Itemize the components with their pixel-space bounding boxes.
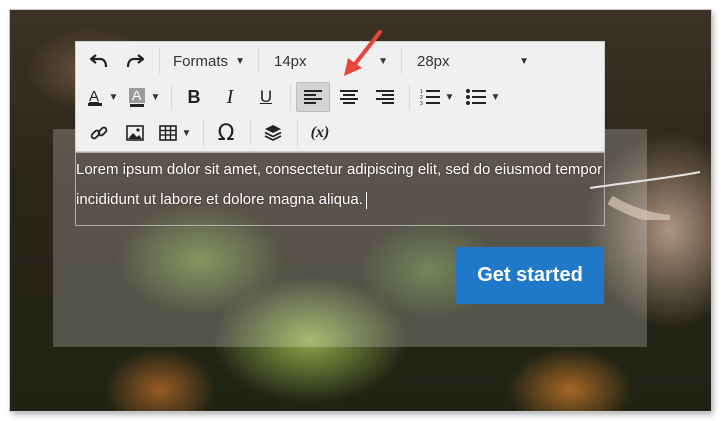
chevron-down-icon: ▼ bbox=[108, 91, 119, 103]
text-color-icon: A bbox=[87, 88, 102, 106]
italic-icon: I bbox=[226, 85, 234, 108]
redo-button[interactable] bbox=[118, 46, 152, 76]
underline-icon: U bbox=[259, 87, 273, 106]
chevron-down-icon: ▼ bbox=[378, 55, 388, 67]
toolbar-separator bbox=[401, 48, 402, 74]
insert-variable-button[interactable]: (x) bbox=[303, 118, 337, 148]
get-started-button[interactable]: Get started bbox=[456, 247, 604, 304]
special-character-button[interactable]: Ω bbox=[209, 118, 243, 148]
bold-button[interactable]: B bbox=[177, 82, 211, 112]
redo-icon bbox=[126, 54, 144, 68]
toolbar-row-2: A ▼ A ▼ B I U 123 ▼ ▼ bbox=[76, 79, 507, 115]
toolbar-separator bbox=[171, 84, 172, 110]
toolbar-row-1: Formats ▼ 14px ▼ 28px ▼ bbox=[76, 43, 537, 79]
font-size-value: 14px bbox=[274, 52, 307, 70]
font-size-select[interactable]: 14px ▼ bbox=[264, 46, 396, 76]
insert-image-button[interactable] bbox=[118, 118, 152, 148]
align-left-icon bbox=[304, 90, 322, 104]
link-icon bbox=[90, 126, 108, 140]
chevron-down-icon: ▼ bbox=[181, 127, 192, 139]
chevron-down-icon: ▼ bbox=[150, 91, 161, 103]
chevron-down-icon: ▼ bbox=[235, 55, 245, 67]
italic-button[interactable]: I bbox=[213, 82, 247, 112]
bullet-list-icon bbox=[465, 89, 486, 105]
line-height-select[interactable]: 28px ▼ bbox=[407, 46, 537, 76]
chevron-down-icon: ▼ bbox=[444, 91, 455, 103]
insert-link-button[interactable] bbox=[82, 118, 116, 148]
editor-toolbar: Formats ▼ 14px ▼ 28px ▼ A ▼ A ▼ B I U 1 … bbox=[75, 41, 605, 152]
formats-dropdown[interactable]: Formats ▼ bbox=[165, 46, 253, 76]
chevron-down-icon: ▼ bbox=[519, 55, 529, 67]
toolbar-separator bbox=[297, 120, 298, 146]
bullet-list-button[interactable]: ▼ bbox=[461, 82, 505, 112]
image-icon bbox=[126, 125, 144, 141]
align-right-icon bbox=[376, 90, 394, 104]
toolbar-separator bbox=[290, 84, 291, 110]
align-left-button[interactable] bbox=[296, 82, 330, 112]
numbered-list-icon: 123 bbox=[420, 89, 440, 106]
formats-label: Formats bbox=[173, 52, 229, 70]
insert-block-button[interactable] bbox=[256, 118, 290, 148]
align-center-icon bbox=[340, 90, 358, 104]
toolbar-row-3: ▼ Ω (x) bbox=[76, 115, 339, 151]
undo-icon bbox=[90, 54, 108, 68]
numbered-list-button[interactable]: 123 ▼ bbox=[415, 82, 459, 112]
variable-icon: (x) bbox=[310, 124, 330, 141]
align-center-button[interactable] bbox=[332, 82, 366, 112]
get-started-label: Get started bbox=[477, 264, 583, 286]
svg-text:A: A bbox=[89, 88, 99, 105]
line-height-value: 28px bbox=[417, 52, 450, 70]
text-cursor bbox=[365, 191, 367, 209]
undo-button[interactable] bbox=[82, 46, 116, 76]
svg-text:3: 3 bbox=[420, 101, 423, 106]
table-icon bbox=[158, 125, 177, 141]
omega-icon: Ω bbox=[217, 120, 235, 146]
background-color-icon: A bbox=[128, 87, 145, 107]
insert-table-button[interactable]: ▼ bbox=[154, 118, 196, 148]
toolbar-separator bbox=[159, 48, 160, 74]
toolbar-separator bbox=[203, 120, 204, 146]
toolbar-separator bbox=[258, 48, 259, 74]
background-color-button[interactable]: A ▼ bbox=[124, 82, 164, 112]
bold-icon: B bbox=[187, 86, 201, 107]
svg-text:A: A bbox=[132, 87, 142, 103]
layers-icon bbox=[264, 125, 282, 142]
toolbar-separator bbox=[409, 84, 410, 110]
rich-text-editor[interactable]: Lorem ipsum dolor sit amet, consectetur … bbox=[75, 152, 605, 226]
chevron-down-icon: ▼ bbox=[490, 91, 501, 103]
toolbar-separator bbox=[250, 120, 251, 146]
editor-text: Lorem ipsum dolor sit amet, consectetur … bbox=[76, 161, 603, 208]
text-color-button[interactable]: A ▼ bbox=[82, 82, 122, 112]
align-right-button[interactable] bbox=[368, 82, 402, 112]
underline-button[interactable]: U bbox=[249, 82, 283, 112]
